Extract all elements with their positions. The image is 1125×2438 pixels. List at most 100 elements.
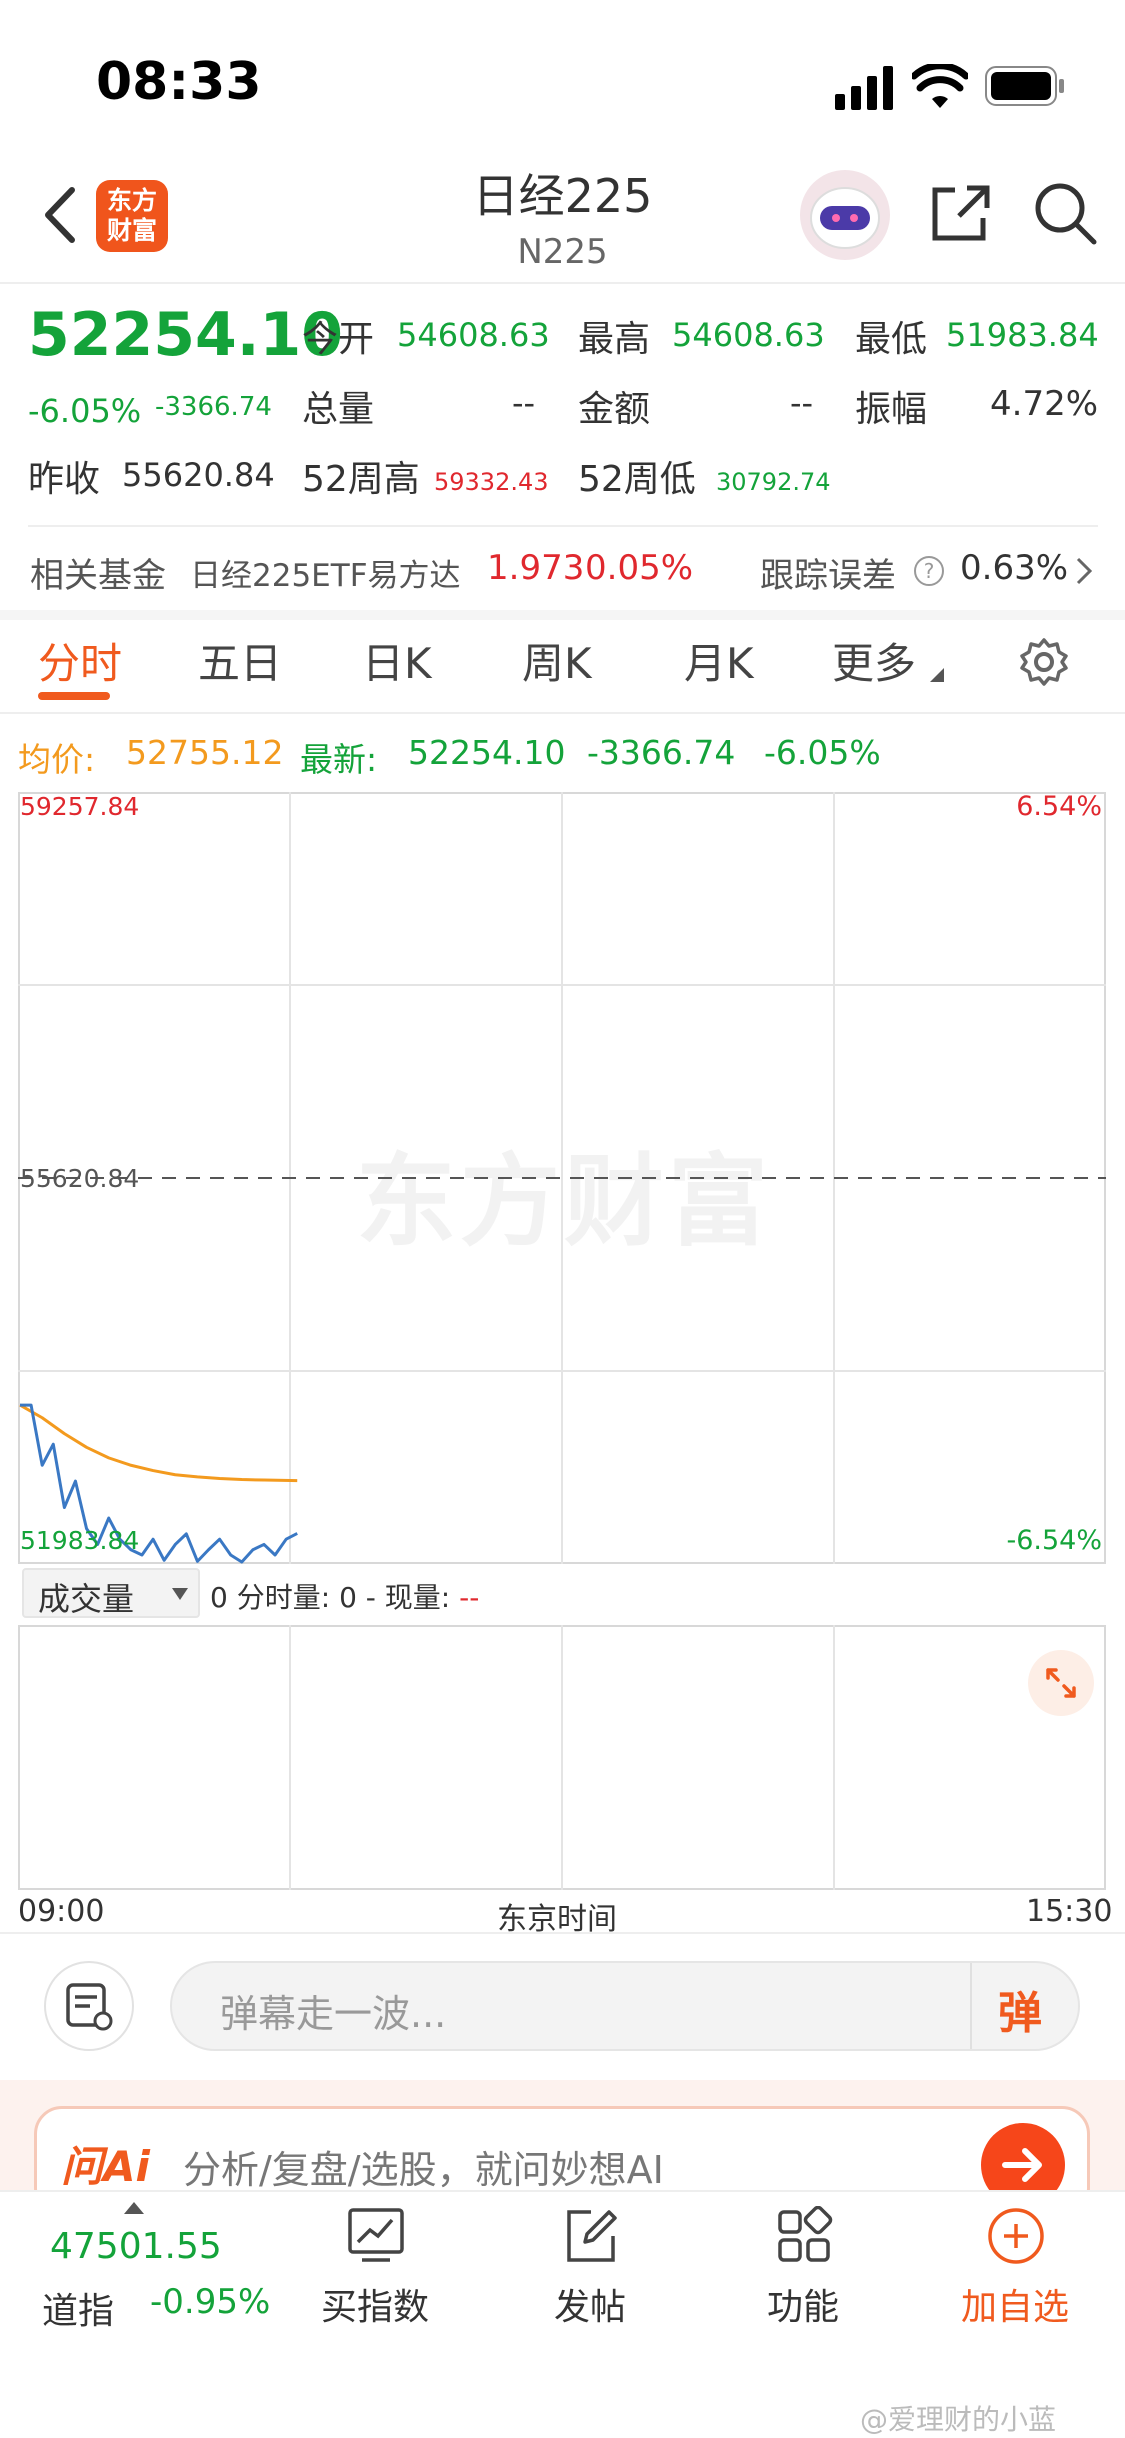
volume-selector-label: 成交量 xyxy=(38,1580,135,1618)
intraday-price-chart[interactable]: 59257.84 55620.84 51983.84 6.54% -6.54% xyxy=(18,792,1106,1564)
footer-watermark: @爱理财的小蓝 xyxy=(860,2403,1057,2436)
volume-info: 0 分时量: 0 - 现量: -- xyxy=(210,1581,480,1614)
tab-daily-k[interactable]: 日K xyxy=(362,630,432,691)
y-bottom-label: 51983.84 xyxy=(20,1526,139,1555)
w52-low-label: 52周低 xyxy=(578,459,696,500)
open-label: 今开 xyxy=(302,319,375,360)
latest-label: 最新: xyxy=(300,740,378,779)
tracking-error-value: 0.63% xyxy=(960,548,1069,588)
ai-brand: 问Ai xyxy=(61,2142,150,2191)
fund-price: 1.973 xyxy=(487,548,585,588)
volume-chart[interactable] xyxy=(18,1625,1106,1890)
low-label: 最低 xyxy=(855,319,928,360)
danmaku-bar: 弹幕走一波... 弹 xyxy=(0,1935,1125,2080)
avg-label: 均价: xyxy=(18,740,96,779)
index-value[interactable]: 47501.55 xyxy=(50,2226,222,2267)
svg-text:?: ? xyxy=(924,559,935,583)
amount-label: 金额 xyxy=(578,389,651,430)
latest-pct: -6.05% xyxy=(764,733,881,772)
tab-underline xyxy=(38,692,110,700)
bottom-toolbar: 47501.55 道指 -0.95% 买指数 发帖 功能 加自选 @爱理财的小蓝 xyxy=(0,2190,1125,2438)
share-icon[interactable] xyxy=(925,178,995,248)
change-pct: -6.05% xyxy=(28,392,142,430)
current-price: 52254.10 xyxy=(28,300,344,370)
tab-five-day[interactable]: 五日 xyxy=(198,630,282,691)
buy-index-label: 买指数 xyxy=(320,2287,429,2328)
x-end-label: 15:30 xyxy=(1026,1894,1113,1929)
fund-pct: 0.05% xyxy=(585,548,694,588)
assistant-avatar[interactable] xyxy=(800,170,890,260)
fund-name: 日经225ETF易方达 xyxy=(190,558,461,594)
help-icon[interactable]: ? xyxy=(912,554,946,588)
x-start-label: 09:00 xyxy=(18,1894,105,1929)
post-button[interactable]: 发帖 xyxy=(525,2206,655,2346)
functions-button[interactable]: 功能 xyxy=(738,2206,868,2346)
index-name[interactable]: 道指 xyxy=(42,2282,114,2334)
related-fund-row[interactable]: 相关基金 日经225ETF易方达 1.973 0.05% 跟踪误差 ? 0.63… xyxy=(0,520,1125,615)
volume-value: -- xyxy=(512,384,536,422)
trend-chart-icon xyxy=(348,2208,404,2262)
chevron-right-icon xyxy=(1076,557,1093,585)
add-watchlist-label: 加自选 xyxy=(960,2287,1069,2328)
w52-high-label: 52周高 xyxy=(302,459,420,500)
w52-low-value: 30792.74 xyxy=(716,468,831,496)
header-divider xyxy=(0,282,1125,284)
plus-circle-icon xyxy=(988,2208,1044,2264)
latest-change: -3366.74 xyxy=(587,733,736,772)
tab-intraday[interactable]: 分时 xyxy=(38,630,122,691)
functions-label: 功能 xyxy=(766,2287,839,2328)
section-gap xyxy=(0,610,1125,620)
amount-value: -- xyxy=(790,384,814,422)
high-label: 最高 xyxy=(578,319,651,360)
volume-label: 总量 xyxy=(302,389,375,430)
danmaku-input[interactable]: 弹幕走一波... 弹 xyxy=(170,1961,1080,2051)
danmaku-placeholder: 弹幕走一波... xyxy=(220,1992,447,2036)
danmaku-list-icon xyxy=(66,1983,113,2031)
tab-weekly-k[interactable]: 周K xyxy=(522,630,592,691)
volume-selector[interactable]: 成交量 xyxy=(22,1568,200,1618)
danmaku-send-button[interactable]: 弹 xyxy=(998,1977,1042,2041)
caret-up-icon xyxy=(124,2202,144,2214)
avg-value: 52755.12 xyxy=(126,733,284,772)
add-watchlist-button[interactable]: 加自选 xyxy=(950,2206,1080,2346)
dropdown-caret-icon xyxy=(172,1588,188,1600)
pct-bottom-label: -6.54% xyxy=(1006,1525,1102,1556)
buy-index-button[interactable]: 买指数 xyxy=(310,2206,440,2346)
triangle-down-icon xyxy=(930,668,944,682)
grid-icon xyxy=(778,2206,833,2262)
input-separator xyxy=(970,1963,972,2049)
battery-icon xyxy=(985,66,1064,106)
pct-top-label: 6.54% xyxy=(1016,792,1102,822)
low-value: 51983.84 xyxy=(946,316,1099,354)
prev-close-value: 55620.84 xyxy=(122,456,275,494)
y-mid-label: 55620.84 xyxy=(20,1164,139,1193)
latest-value: 52254.10 xyxy=(408,733,566,772)
tab-monthly-k[interactable]: 月K xyxy=(684,630,754,691)
status-time: 08:33 xyxy=(96,52,262,112)
amplitude-label: 振幅 xyxy=(855,389,928,430)
tabs-divider xyxy=(0,712,1125,714)
prev-close-label: 昨收 xyxy=(28,459,101,500)
settings-gear-icon[interactable] xyxy=(1018,636,1070,688)
axis-divider xyxy=(0,1932,1125,1934)
search-icon[interactable] xyxy=(1030,178,1100,248)
expand-chart-button[interactable] xyxy=(1028,1650,1094,1716)
series-line-average xyxy=(19,1403,298,1483)
post-label: 发帖 xyxy=(553,2287,626,2328)
tab-more[interactable]: 更多 xyxy=(832,630,916,691)
danmaku-settings-button[interactable] xyxy=(44,1961,134,2051)
change-value: -3366.74 xyxy=(155,392,272,422)
wifi-icon xyxy=(912,64,968,108)
open-value: 54608.63 xyxy=(397,316,550,354)
ai-placeholder: 分析/复盘/选股，就问妙想AI xyxy=(183,2148,664,2192)
signal-icon xyxy=(835,66,893,110)
expand-icon xyxy=(1046,1668,1076,1698)
tracking-error-label: 跟踪误差 xyxy=(760,556,896,596)
amplitude-value: 4.72% xyxy=(990,384,1099,424)
high-value: 54608.63 xyxy=(672,316,825,354)
index-pct: -0.95% xyxy=(150,2282,271,2322)
fund-label: 相关基金 xyxy=(30,556,166,596)
edit-icon xyxy=(567,2210,617,2262)
y-top-label: 59257.84 xyxy=(20,792,139,821)
w52-high-value: 59332.43 xyxy=(434,468,549,496)
